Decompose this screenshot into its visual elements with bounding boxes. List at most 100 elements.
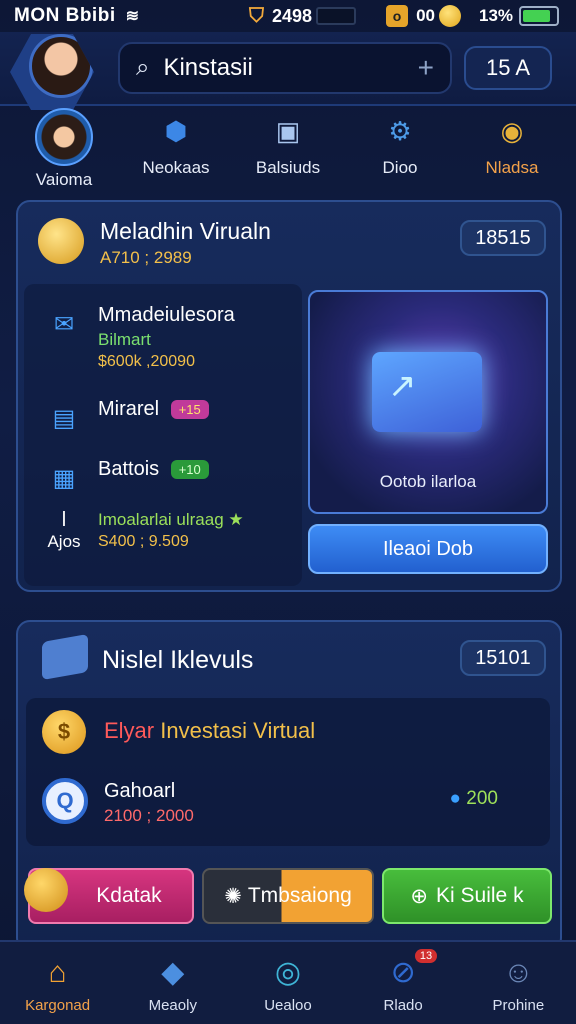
category-balsiuds[interactable]: ▣ Balsiuds <box>233 108 343 178</box>
nav-label: Prohine <box>492 996 545 1014</box>
category-dioo[interactable]: ⚙ Dioo <box>345 108 455 178</box>
suile-button[interactable]: ⊕ Ki Suile k <box>382 868 552 924</box>
ajos-label: Ajos <box>47 531 81 551</box>
status-indicator <box>316 7 357 25</box>
gold-square-icon: o <box>386 5 409 27</box>
cube-icon <box>42 633 88 681</box>
item-title: Battois +10 <box>98 458 209 481</box>
box-icon: ▣ <box>275 115 301 146</box>
carrier-label: MON Bbibi <box>14 5 116 26</box>
layers-icon: ◆ <box>161 956 185 989</box>
chart-illustration[interactable]: ↗ Ootob ilarloa <box>308 290 548 514</box>
list-item[interactable]: ǀ Ajos Imoalarlai ulraag ★ S400 ; 9.509 <box>42 508 244 551</box>
coin-icon: ● <box>449 788 462 809</box>
nav-uealoo[interactable]: ◎ Uealoo <box>233 953 343 1014</box>
list-item[interactable]: ▦ Battois +10 <box>42 458 209 498</box>
coin-bag-icon <box>24 868 68 912</box>
button-label: Tmbsaiong <box>247 884 352 907</box>
investment-card[interactable]: $ Elyar Investasi Virtual Q Gahoarl 2100… <box>26 698 550 846</box>
list-item[interactable]: ▤ Mirarel +15 <box>42 398 209 438</box>
wifi-icon: ≋ <box>125 8 140 25</box>
plus-arrow-icon: ⊕ <box>410 884 429 908</box>
item-value-text: 200 <box>466 788 498 809</box>
virtual-panel: Meladhin Virualn A710 ; 2989 18515 ✉ Mma… <box>16 200 562 592</box>
compass-icon: ⊘ 13 <box>381 948 438 993</box>
battery-icon <box>519 6 560 26</box>
kdatak-button[interactable]: Kdatak <box>24 868 194 924</box>
item-pill: +15 <box>170 400 209 420</box>
friends-icon <box>35 108 93 166</box>
server-icon: ▤ <box>52 404 76 432</box>
tmbsaiong-button[interactable]: ✺ Tmbsaiong <box>202 868 374 924</box>
primary-action-button[interactable]: Ileaoi Dob <box>308 524 548 574</box>
nav-profile[interactable]: ☺ Prohine <box>463 953 573 1014</box>
coins-icon: ◉ <box>500 115 524 146</box>
status-bar: MON Bbibi ≋ ⛉ 2498 o 00 13% <box>0 0 576 32</box>
search-icon[interactable]: ⌕ <box>136 54 149 82</box>
item-value: S400 ; 9.509 <box>98 533 189 550</box>
panel-subtitle: A710 ; 2989 <box>100 248 192 267</box>
category-label: Vaioma <box>35 170 93 189</box>
panel-badge[interactable]: 15101 <box>460 640 546 676</box>
app-header: ⌕ Kinstasii + 15 A <box>0 32 576 110</box>
category-label: Nladsa <box>485 158 539 177</box>
ajos-block: ǀ Ajos <box>42 508 86 551</box>
investment-panel: Nislel Iklevuls 15101 $ Elyar Investasi … <box>16 620 562 952</box>
search-input[interactable]: Kinstasii <box>163 54 417 82</box>
category-label: Neokaas <box>142 158 210 177</box>
investment-title-highlight: Elyar <box>104 718 155 743</box>
category-nav: Vaioma ⬢ Neokaas ▣ Balsiuds ⚙ Dioo ◉ Nla… <box>0 108 576 190</box>
button-label: Ki Suile k <box>436 884 524 907</box>
item-title: Mirarel +15 <box>98 398 209 421</box>
search-badge-icon: Q <box>42 778 88 824</box>
search-bar[interactable]: ⌕ Kinstasii + <box>118 42 452 94</box>
button-label: Kdatak <box>96 884 162 907</box>
nav-label: Kargonad <box>25 996 91 1014</box>
item-title: Mmadeiulesora <box>98 304 235 326</box>
chat-icon: ✉ <box>53 310 75 338</box>
category-label: Balsiuds <box>255 158 321 177</box>
list-item[interactable]: ✉ Mmadeiulesora Bilmart $600k ,20090 <box>42 304 235 371</box>
battery-fill <box>523 10 551 22</box>
notification-badge: 13 <box>414 948 438 963</box>
item-name: Gahoarl <box>104 780 176 802</box>
plus-icon[interactable]: + <box>418 52 434 84</box>
item-value: ● 200 <box>450 788 498 810</box>
hex-icon: ⬢ <box>164 115 188 146</box>
category-nladsa[interactable]: ◉ Nladsa <box>457 108 567 178</box>
target-icon: ◎ <box>274 956 302 989</box>
bottom-nav: ⌂ Kargonad ◆ Meaoly ◎ Uealoo ⊘ 13 Rlado ☺… <box>0 940 576 1024</box>
info-icon: ǀ <box>61 508 67 531</box>
nav-label: Uealoo <box>264 996 312 1014</box>
avatar[interactable] <box>29 34 93 98</box>
home-icon: ⌂ <box>48 955 67 989</box>
panel-badge[interactable]: 18515 <box>460 220 546 256</box>
panel-title: Meladhin Virualn <box>100 218 271 244</box>
item-value: $600k ,20090 <box>98 353 195 370</box>
coin-stack-icon <box>38 218 84 264</box>
trend-arrow-icon: ↗ <box>388 367 417 405</box>
item-title: Imoalarlai ulraag ★ <box>98 510 244 529</box>
header-count-badge[interactable]: 15 A <box>464 46 552 90</box>
item-name: Mirarel <box>98 398 160 420</box>
shield-icon: ⛉ <box>249 4 265 27</box>
nav-meaoly[interactable]: ◆ Meaoly <box>118 953 228 1014</box>
dollar-coin-icon: $ <box>42 710 86 754</box>
category-neokaas[interactable]: ⬢ Neokaas <box>121 108 231 178</box>
status-mid-value: 2498 <box>272 5 313 26</box>
asset-list: ✉ Mmadeiulesora Bilmart $600k ,20090 ▤ M… <box>24 284 302 586</box>
illustration-caption: Ootob ilarloa <box>379 472 477 491</box>
nav-home[interactable]: ⌂ Kargonad <box>3 953 113 1014</box>
nav-label: Rlado <box>383 996 423 1014</box>
nav-rlado[interactable]: ⊘ 13 Rlado <box>348 948 458 1014</box>
avatar-frame[interactable] <box>10 34 94 110</box>
panel-title: Nislel Iklevuls <box>102 646 254 674</box>
battery-percent: 13% <box>478 6 514 25</box>
category-label: Dioo <box>382 158 418 177</box>
coin-icon <box>438 5 461 27</box>
gear-icon: ⚙ <box>388 115 412 146</box>
item-pill: +10 <box>170 460 209 480</box>
nav-label: Meaoly <box>148 996 197 1014</box>
action-buttons: Kdatak ✺ Tmbsaiong ⊕ Ki Suile k <box>24 868 552 924</box>
category-friends[interactable]: Vaioma <box>9 108 119 190</box>
